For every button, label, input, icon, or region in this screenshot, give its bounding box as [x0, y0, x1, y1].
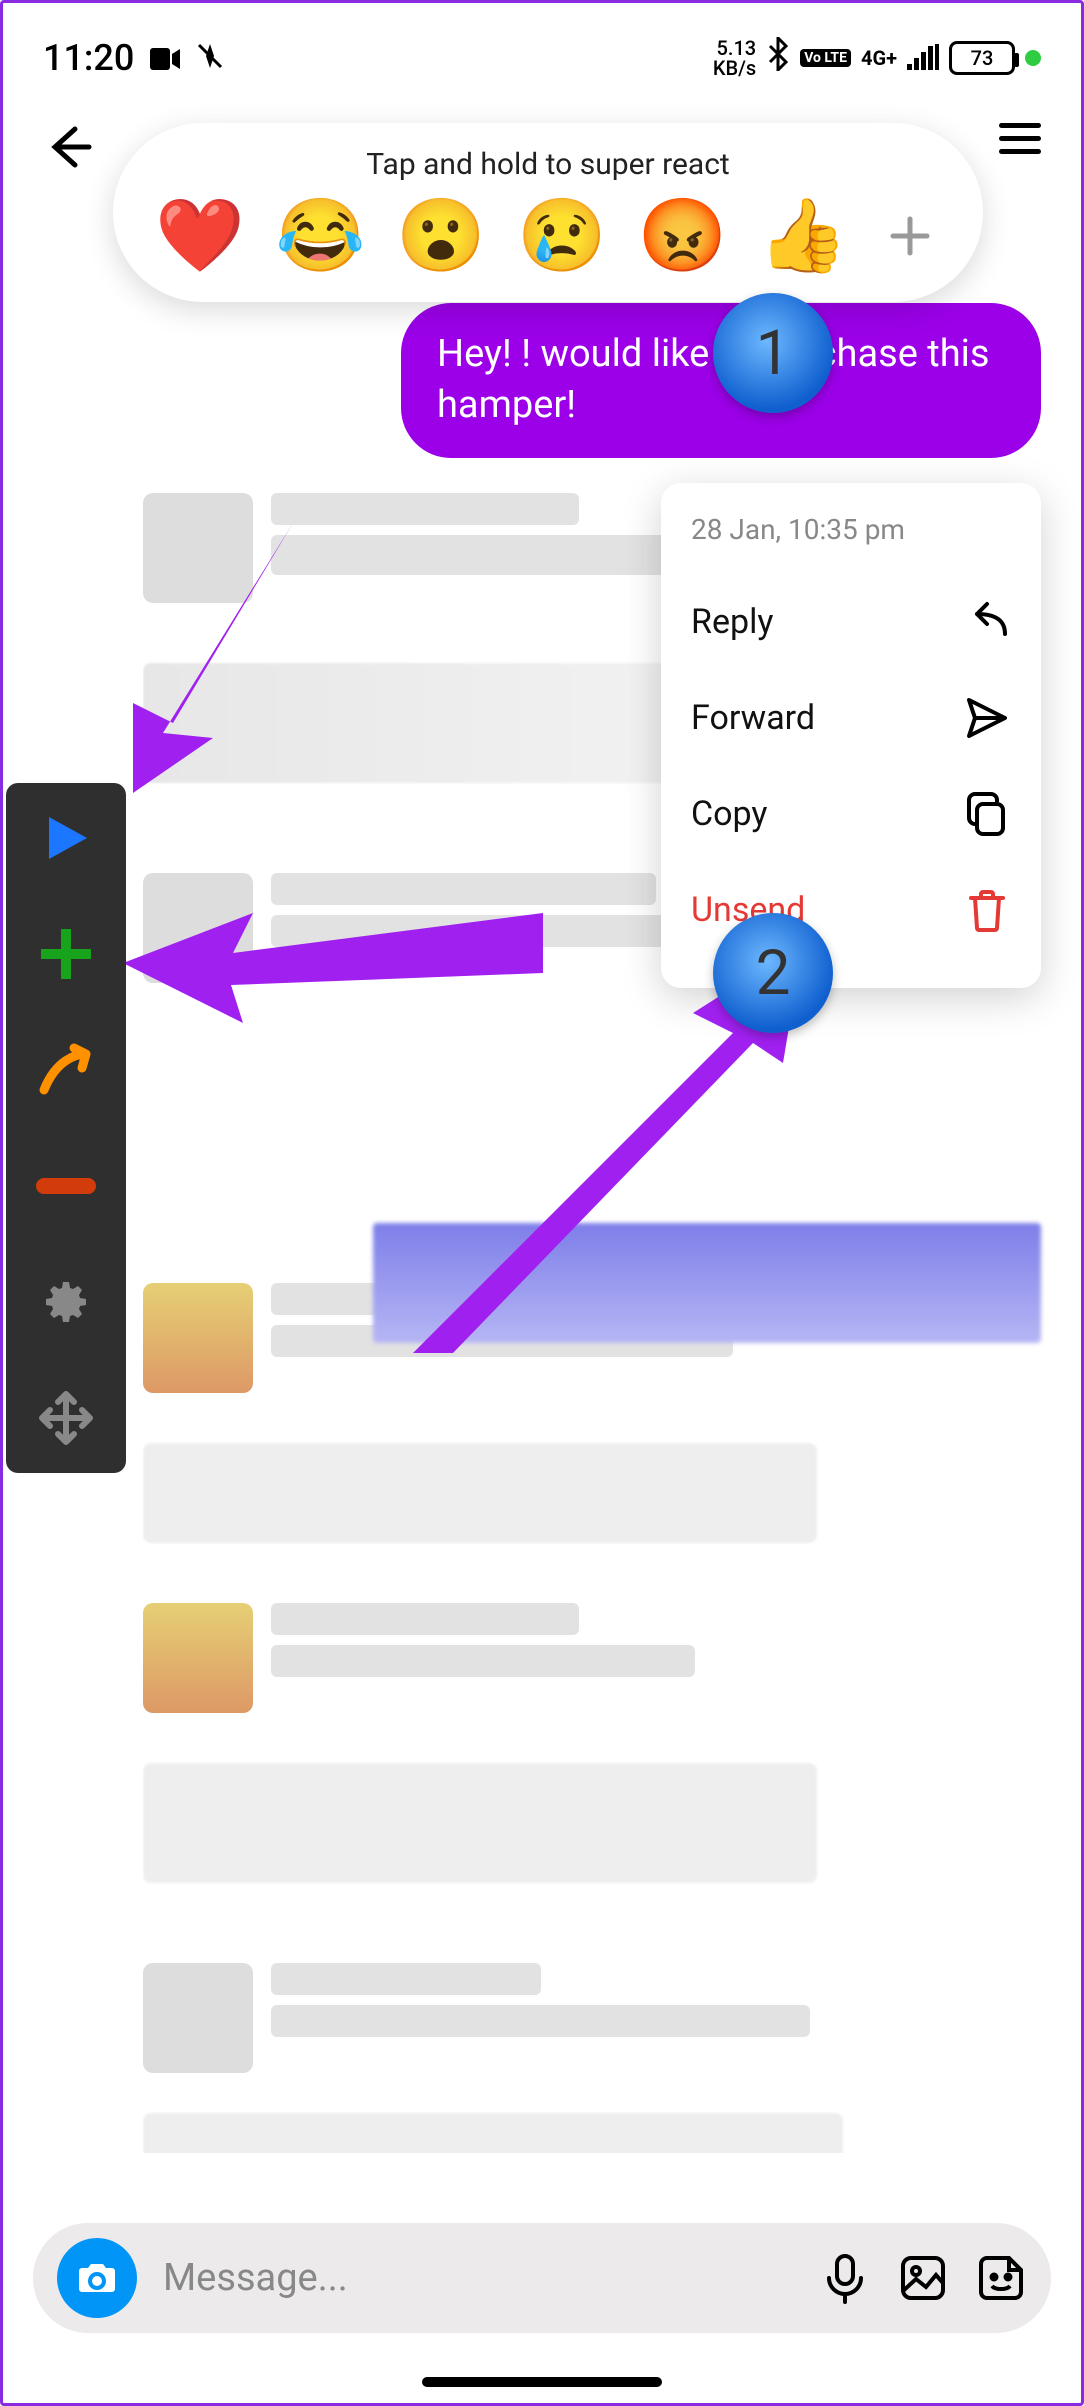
reaction-sad[interactable]: 😢 — [517, 200, 607, 272]
context-reply-label: Reply — [691, 602, 773, 642]
annotation-step-1: 1 — [713, 293, 833, 413]
status-right: 5.13 KB/s Vo LTE 4G+ 73 — [713, 37, 1041, 80]
kbps-value: 5.13 — [713, 38, 756, 58]
privacy-dot-icon — [1025, 50, 1041, 66]
context-copy[interactable]: Copy — [691, 766, 1011, 862]
compass-off-icon — [196, 37, 224, 79]
navigation-pill[interactable] — [422, 2377, 662, 2387]
tool-add[interactable] — [31, 919, 101, 989]
context-forward-label: Forward — [691, 698, 815, 738]
reaction-picker: Tap and hold to super react ❤️ 😂 😮 😢 😡 👍 — [113, 123, 983, 302]
battery-percent: 73 — [971, 46, 994, 70]
network-speed: 5.13 KB/s — [713, 38, 756, 78]
annotation-step-2: 2 — [713, 913, 833, 1033]
context-copy-label: Copy — [691, 794, 768, 834]
reply-icon — [963, 598, 1011, 646]
mic-button[interactable] — [819, 2252, 871, 2304]
tool-move[interactable] — [31, 1383, 101, 1453]
back-button[interactable] — [43, 121, 95, 186]
context-timestamp: 28 Jan, 10:35 pm — [691, 513, 1011, 546]
message-context-menu: 28 Jan, 10:35 pm Reply Forward Copy Unse… — [661, 483, 1041, 988]
reaction-angry[interactable]: 😡 — [638, 200, 728, 272]
recording-icon — [150, 37, 180, 79]
reaction-laugh[interactable]: 😂 — [276, 200, 366, 272]
network-type: 4G+ — [861, 46, 897, 70]
context-forward[interactable]: Forward — [691, 670, 1011, 766]
annotation-arrow-1 — [63, 503, 323, 803]
trash-icon — [963, 886, 1011, 934]
reaction-heart[interactable]: ❤️ — [155, 200, 245, 272]
message-input-bar: Message... — [33, 2223, 1051, 2333]
battery-badge: 73 — [949, 41, 1015, 75]
reaction-thumbsup[interactable]: 👍 — [758, 200, 848, 272]
sticker-button[interactable] — [975, 2252, 1027, 2304]
tool-line[interactable] — [31, 1151, 101, 1221]
tool-settings[interactable] — [31, 1267, 101, 1337]
status-bar: 11:20 5.13 KB/s Vo LTE 4G+ 73 — [3, 3, 1081, 73]
context-reply[interactable]: Reply — [691, 574, 1011, 670]
reaction-more[interactable] — [879, 205, 941, 267]
status-left: 11:20 — [43, 37, 224, 79]
copy-icon — [963, 790, 1011, 838]
reaction-wow[interactable]: 😮 — [396, 200, 486, 272]
gallery-button[interactable] — [897, 2252, 949, 2304]
camera-button[interactable] — [57, 2238, 137, 2318]
status-time: 11:20 — [43, 37, 134, 79]
menu-button[interactable] — [999, 123, 1041, 154]
kbps-unit: KB/s — [713, 58, 756, 78]
message-input[interactable]: Message... — [163, 2256, 793, 2300]
phone-frame: 11:20 5.13 KB/s Vo LTE 4G+ 73 — [0, 0, 1084, 2406]
reaction-tip: Tap and hold to super react — [149, 147, 947, 182]
signal-icon — [907, 37, 939, 79]
tool-play[interactable] — [31, 803, 101, 873]
tool-arrow[interactable] — [31, 1035, 101, 1105]
annotation-toolbar — [6, 783, 126, 1473]
volte-badge: Vo LTE — [800, 49, 851, 67]
reaction-row: ❤️ 😂 😮 😢 😡 👍 — [149, 200, 947, 272]
forward-icon — [963, 694, 1011, 742]
bluetooth-icon — [766, 37, 790, 80]
